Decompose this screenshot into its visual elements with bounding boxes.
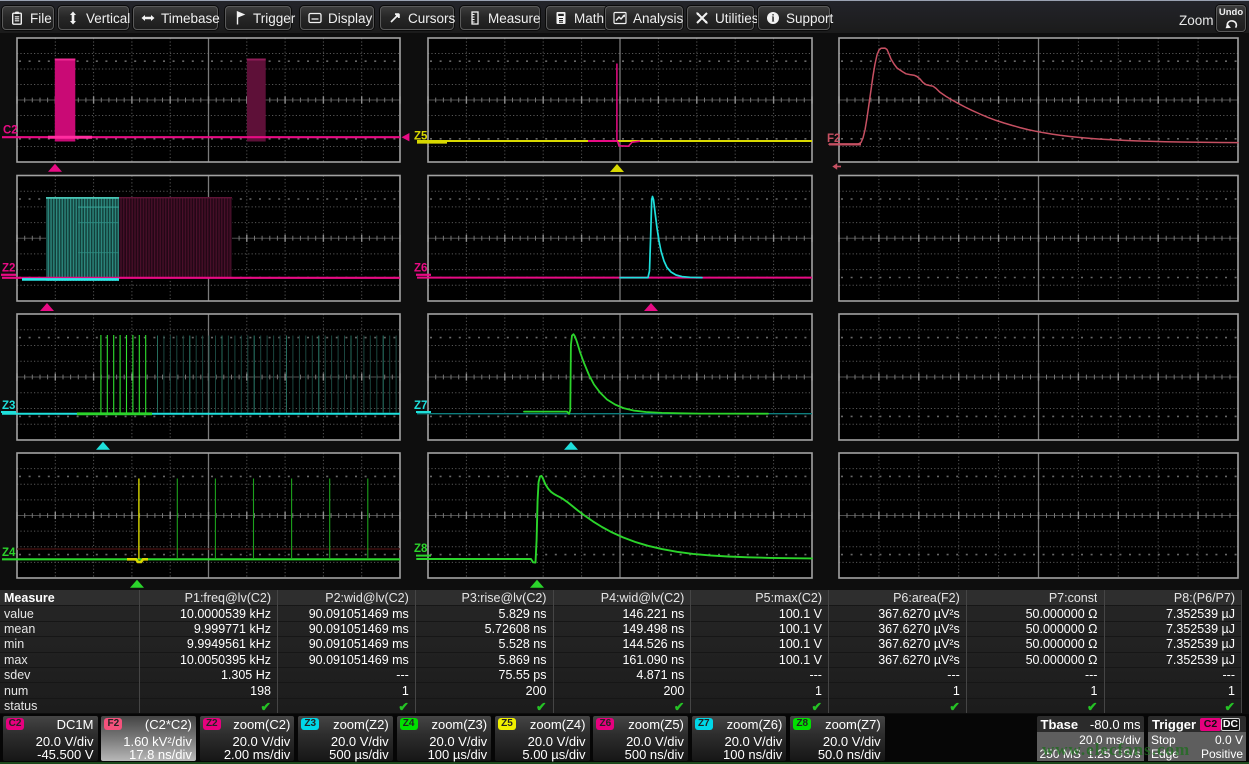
svg-text:C2: C2: [3, 125, 18, 137]
svg-text:Z7: Z7: [414, 400, 427, 412]
svg-text:Z2: Z2: [2, 263, 15, 275]
svg-text:Z5: Z5: [414, 131, 428, 143]
svg-text:Z8: Z8: [414, 543, 428, 555]
svg-text:Z3: Z3: [2, 400, 15, 412]
svg-text:Z6: Z6: [414, 263, 427, 275]
svg-text:Z4: Z4: [2, 547, 16, 559]
